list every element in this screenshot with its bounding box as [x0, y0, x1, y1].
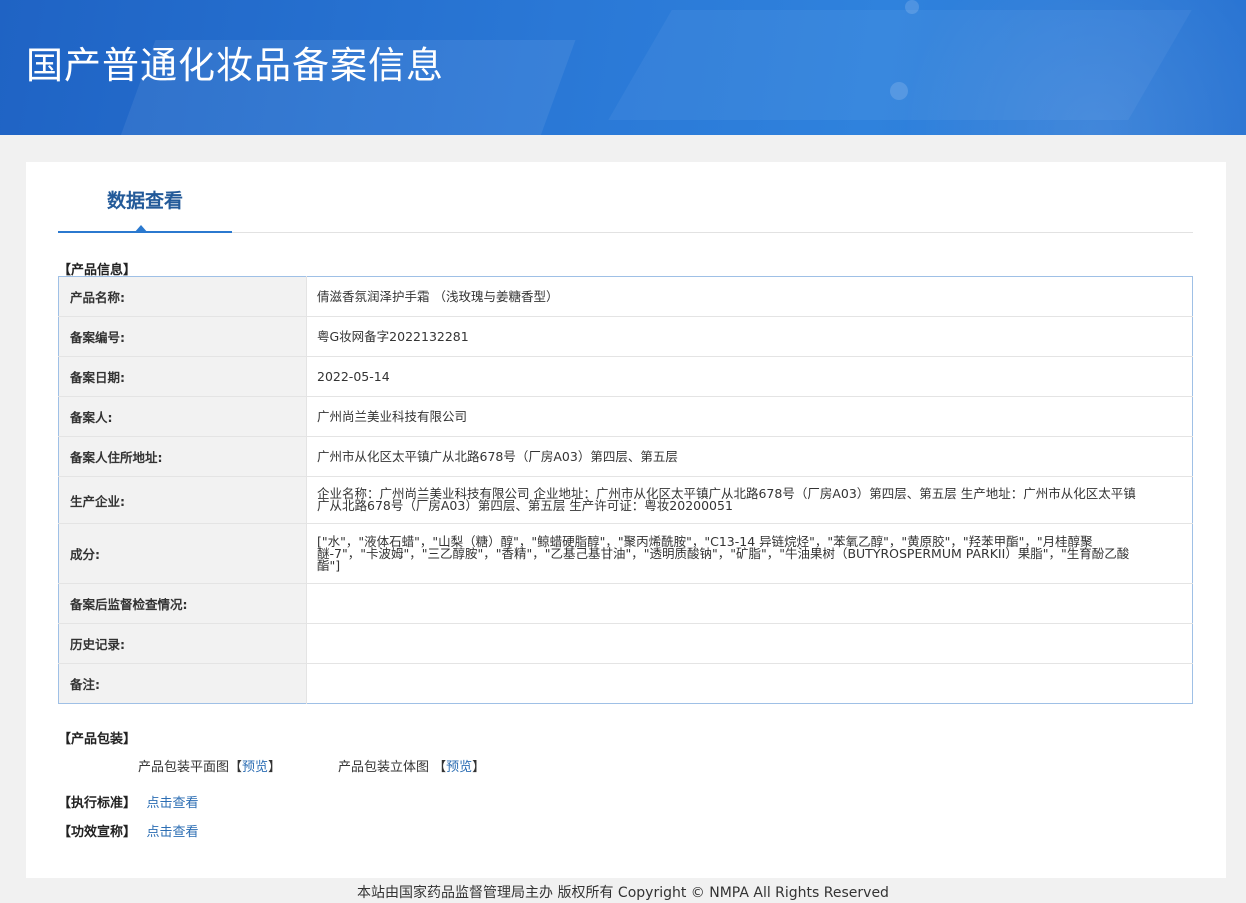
field-value: 粤G妆网备字2022132281: [306, 316, 1193, 357]
field-label: 成分:: [58, 523, 307, 584]
banner-decoration: [890, 82, 908, 100]
table-row: 备案日期: 2022-05-14: [58, 356, 1193, 397]
field-label: 备案后监督检查情况:: [58, 583, 307, 624]
field-label: 备案人:: [58, 396, 307, 437]
standard-label: 【执行标准】: [58, 796, 137, 811]
tab-label: 数据查看: [106, 190, 183, 212]
packaging-flat-item: 产品包装平面图【预览】: [138, 760, 282, 775]
table-row: 成分: ["水"，"液体石蜡"，"山梨（糖）醇"，"鲸蜡硬脂醇"，"聚丙烯酰胺"…: [58, 523, 1193, 584]
standard-heading: 【执行标准】 点击查看: [58, 792, 199, 811]
field-value: [306, 583, 1193, 624]
field-label: 产品名称:: [58, 276, 307, 317]
content-panel: 数据查看 【产品信息】 产品名称: 倩滋香氛润泽护手霜 （浅玫瑰与姜糖香型） 备…: [26, 162, 1226, 878]
field-label: 生产企业:: [58, 476, 307, 524]
field-value: 广州市从化区太平镇广从北路678号（厂房A03）第四层、第五层: [306, 436, 1193, 477]
field-value: [307, 664, 1193, 704]
banner-decoration: [905, 0, 919, 14]
header-banner: 国产普通化妆品备案信息: [0, 0, 1246, 135]
page-title: 国产普通化妆品备案信息: [26, 44, 444, 87]
table-row: 历史记录:: [58, 623, 1193, 664]
table-row: 备案编号: 粤G妆网备字2022132281: [58, 316, 1193, 357]
table-row: 备案人: 广州尚兰美业科技有限公司: [58, 396, 1193, 437]
field-value: 企业名称：广州尚兰美业科技有限公司 企业地址：广州市从化区太平镇广从北路678号…: [306, 476, 1193, 524]
field-label: 备案日期:: [58, 356, 307, 397]
table-row: 生产企业: 企业名称：广州尚兰美业科技有限公司 企业地址：广州市从化区太平镇广从…: [58, 476, 1193, 524]
standard-view-link[interactable]: 点击查看: [147, 796, 199, 811]
packaging-stereo-label: 产品包装立体图: [338, 760, 430, 775]
packaging-stereo-preview-link[interactable]: 预览: [446, 760, 472, 775]
tab-active-caret-icon: [134, 225, 148, 233]
table-row: 产品名称: 倩滋香氛润泽护手霜 （浅玫瑰与姜糖香型）: [58, 276, 1193, 317]
packaging-flat-preview-link[interactable]: 预览: [242, 760, 268, 775]
packaging-flat-label: 产品包装平面图: [138, 760, 230, 775]
field-value: ["水"，"液体石蜡"，"山梨（糖）醇"，"鲸蜡硬脂醇"，"聚丙烯酰胺"，"C1…: [306, 523, 1193, 584]
table-row: 备案后监督检查情况:: [58, 583, 1193, 624]
tab-bar: 数据查看: [58, 162, 1193, 233]
table-row: 备注:: [58, 663, 1193, 704]
efficacy-heading: 【功效宣称】 点击查看: [58, 821, 199, 840]
field-value: 广州尚兰美业科技有限公司: [306, 396, 1193, 437]
tab-data-view[interactable]: 数据查看: [58, 162, 232, 233]
field-value: [306, 623, 1193, 664]
field-label: 历史记录:: [58, 623, 307, 664]
field-label: 备注:: [58, 663, 307, 704]
table-row: 备案人住所地址: 广州市从化区太平镇广从北路678号（厂房A03）第四层、第五层: [58, 436, 1193, 477]
footer-copyright: 本站由国家药品监督管理局主办 版权所有 Copyright © NMPA All…: [357, 885, 889, 901]
field-label: 备案人住所地址:: [58, 436, 307, 477]
efficacy-label: 【功效宣称】: [58, 825, 137, 840]
product-info-table: 产品名称: 倩滋香氛润泽护手霜 （浅玫瑰与姜糖香型） 备案编号: 粤G妆网备字2…: [58, 276, 1193, 704]
banner-decoration: [886, 0, 1246, 135]
field-value: 倩滋香氛润泽护手霜 （浅玫瑰与姜糖香型）: [306, 276, 1193, 317]
packaging-stereo-item: 产品包装立体图 【预览】: [338, 760, 486, 775]
field-value: 2022-05-14: [306, 356, 1193, 397]
packaging-heading: 【产品包装】: [58, 732, 137, 747]
efficacy-view-link[interactable]: 点击查看: [147, 825, 199, 840]
field-label: 备案编号:: [58, 316, 307, 357]
